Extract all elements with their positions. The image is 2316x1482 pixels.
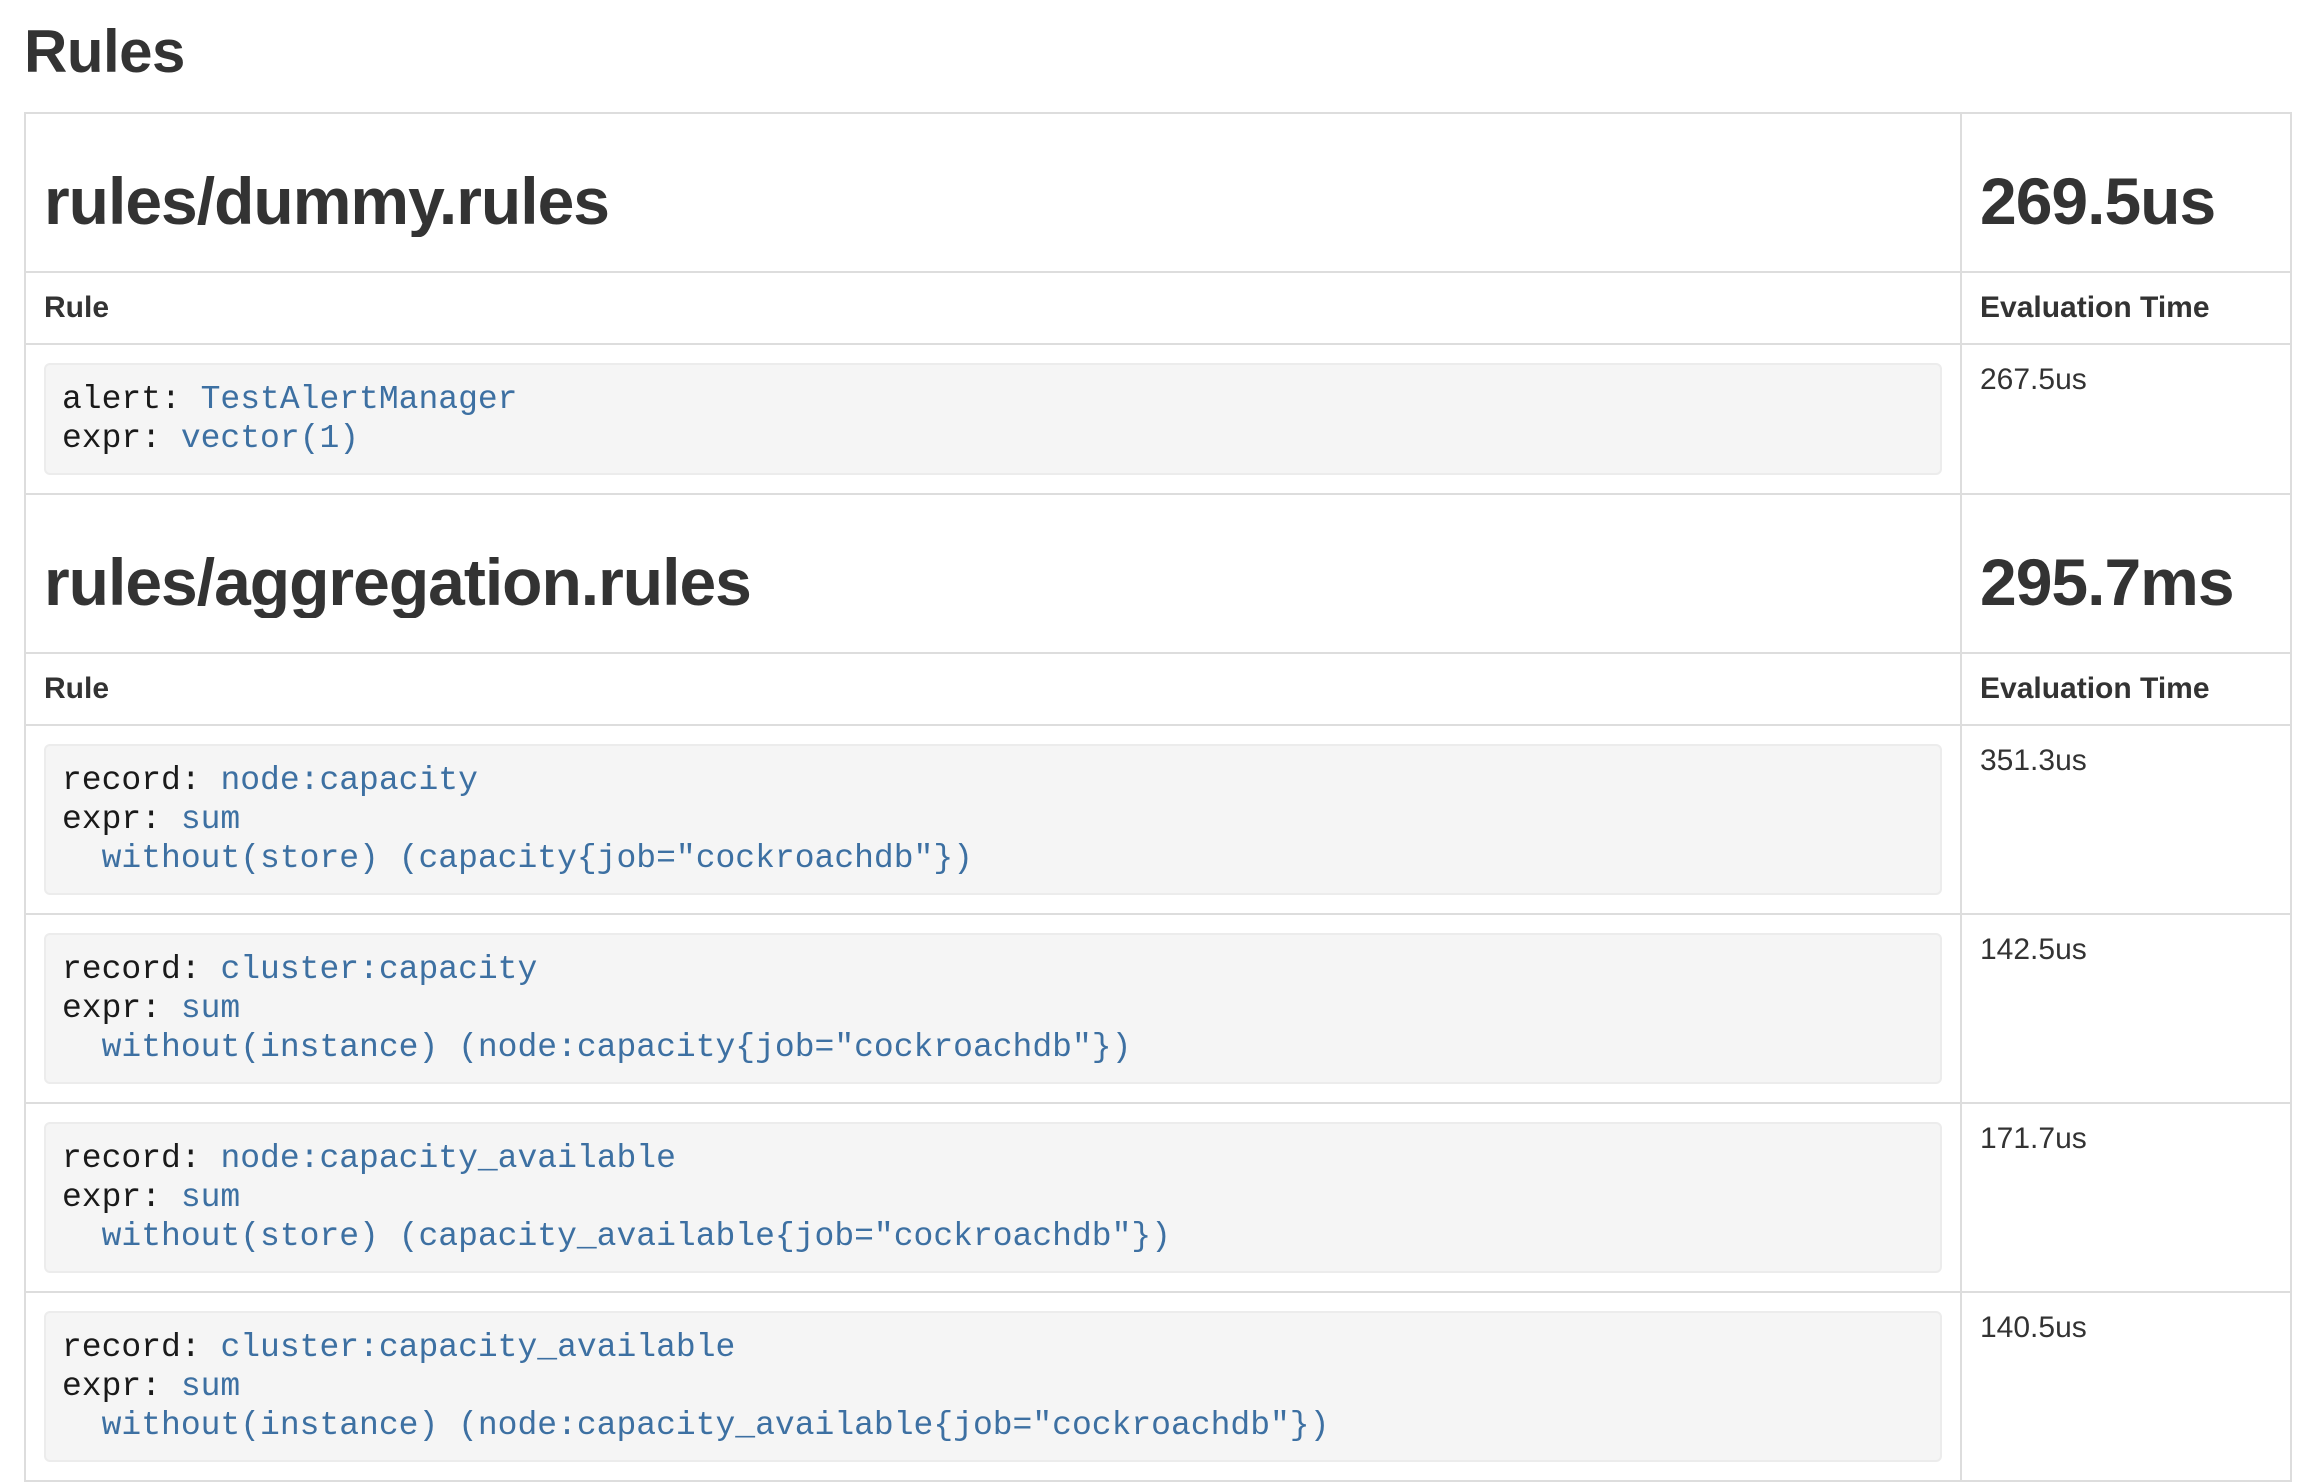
rule-row: alert: TestAlertManagerexpr: vector(1)26… [25,344,2291,494]
code-line: expr: sum [62,989,1924,1028]
rule-code-block: alert: TestAlertManagerexpr: vector(1) [44,363,1942,475]
rule-code-block: record: node:capacityexpr: sum without(s… [44,744,1942,895]
rule-row: record: node:capacity_availableexpr: sum… [25,1103,2291,1292]
rule-expression-link[interactable]: without(store) (capacity_available{job="… [62,1218,1171,1255]
group-file-name: rules/aggregation.rules [44,547,1942,618]
code-line: without(instance) (node:capacity{job="co… [62,1028,1924,1067]
rule-row: record: cluster:capacityexpr: sum withou… [25,914,2291,1103]
rule-column-header: Rule [25,653,1961,725]
group-evaluation-time-cell: 295.7ms [1961,494,2291,653]
rule-keyword: expr: [62,1368,181,1405]
rule-keyword: record: [62,951,220,988]
rule-expression-link[interactable]: sum [181,801,240,838]
code-line: without(store) (capacity{job="cockroachd… [62,839,1924,878]
rules-table-body: rules/dummy.rules269.5usRuleEvaluation T… [25,113,2291,1481]
group-file-name: rules/dummy.rules [44,166,1942,237]
rule-keyword: alert: [62,381,201,418]
group-evaluation-time: 295.7ms [1980,547,2272,618]
rule-expression-link[interactable]: vector(1) [181,420,359,457]
rule-cell: record: cluster:capacityexpr: sum withou… [25,914,1961,1103]
rule-cell: record: node:capacity_availableexpr: sum… [25,1103,1961,1292]
rule-expression-link[interactable]: sum [181,1368,240,1405]
rule-keyword: record: [62,762,220,799]
rule-expression-link[interactable]: cluster:capacity_available [220,1329,735,1366]
rule-cell: record: cluster:capacity_availableexpr: … [25,1292,1961,1481]
evaluation-time-column-header: Evaluation Time [1961,272,2291,344]
rule-expression-link[interactable]: node:capacity [220,762,477,799]
evaluation-time-column-header: Evaluation Time [1961,653,2291,725]
group-file-cell: rules/dummy.rules [25,113,1961,272]
page-title: Rules [24,18,2292,86]
rule-expression-link[interactable]: without(instance) (node:capacity_availab… [62,1407,1329,1444]
rule-evaluation-time-cell: 142.5us [1961,914,2291,1103]
columns-header-row: RuleEvaluation Time [25,272,2291,344]
columns-header-row: RuleEvaluation Time [25,653,2291,725]
rule-code-block: record: cluster:capacityexpr: sum withou… [44,933,1942,1084]
rule-code-block: record: cluster:capacity_availableexpr: … [44,1311,1942,1462]
code-line: expr: sum [62,1367,1924,1406]
rule-evaluation-time-cell: 140.5us [1961,1292,2291,1481]
rule-code-block: record: node:capacity_availableexpr: sum… [44,1122,1942,1273]
rule-column-header: Rule [25,272,1961,344]
rule-evaluation-time-cell: 171.7us [1961,1103,2291,1292]
rule-keyword: expr: [62,1179,181,1216]
rule-expression-link[interactable]: TestAlertManager [201,381,518,418]
group-evaluation-time-cell: 269.5us [1961,113,2291,272]
rule-keyword: expr: [62,801,181,838]
code-line: expr: sum [62,1178,1924,1217]
group-header-row: rules/aggregation.rules 295.7ms [25,494,2291,653]
rule-expression-link[interactable]: without(instance) (node:capacity{job="co… [62,1029,1131,1066]
rule-keyword: record: [62,1329,220,1366]
rule-keyword: record: [62,1140,220,1177]
code-line: expr: vector(1) [62,419,1924,458]
group-header-row: rules/dummy.rules 269.5us [25,113,2291,272]
code-line: record: cluster:capacity [62,950,1924,989]
rule-row: record: cluster:capacity_availableexpr: … [25,1292,2291,1481]
rule-expression-link[interactable]: sum [181,1179,240,1216]
code-line: record: cluster:capacity_available [62,1328,1924,1367]
rule-keyword: expr: [62,420,181,457]
rule-row: record: node:capacityexpr: sum without(s… [25,725,2291,914]
rules-table: rules/dummy.rules269.5usRuleEvaluation T… [24,112,2292,1482]
rule-evaluation-time-cell: 351.3us [1961,725,2291,914]
code-line: expr: sum [62,800,1924,839]
rule-expression-link[interactable]: cluster:capacity [220,951,537,988]
rules-page: Rules rules/dummy.rules269.5usRuleEvalua… [24,18,2292,1482]
code-line: record: node:capacity [62,761,1924,800]
rule-expression-link[interactable]: without(store) (capacity{job="cockroachd… [62,840,973,877]
rule-expression-link[interactable]: sum [181,990,240,1027]
rule-expression-link[interactable]: node:capacity_available [220,1140,675,1177]
code-line: without(instance) (node:capacity_availab… [62,1406,1924,1445]
code-line: without(store) (capacity_available{job="… [62,1217,1924,1256]
group-evaluation-time: 269.5us [1980,166,2272,237]
rule-cell: alert: TestAlertManagerexpr: vector(1) [25,344,1961,494]
rule-keyword: expr: [62,990,181,1027]
rule-cell: record: node:capacityexpr: sum without(s… [25,725,1961,914]
rule-evaluation-time-cell: 267.5us [1961,344,2291,494]
group-file-cell: rules/aggregation.rules [25,494,1961,653]
code-line: alert: TestAlertManager [62,380,1924,419]
code-line: record: node:capacity_available [62,1139,1924,1178]
